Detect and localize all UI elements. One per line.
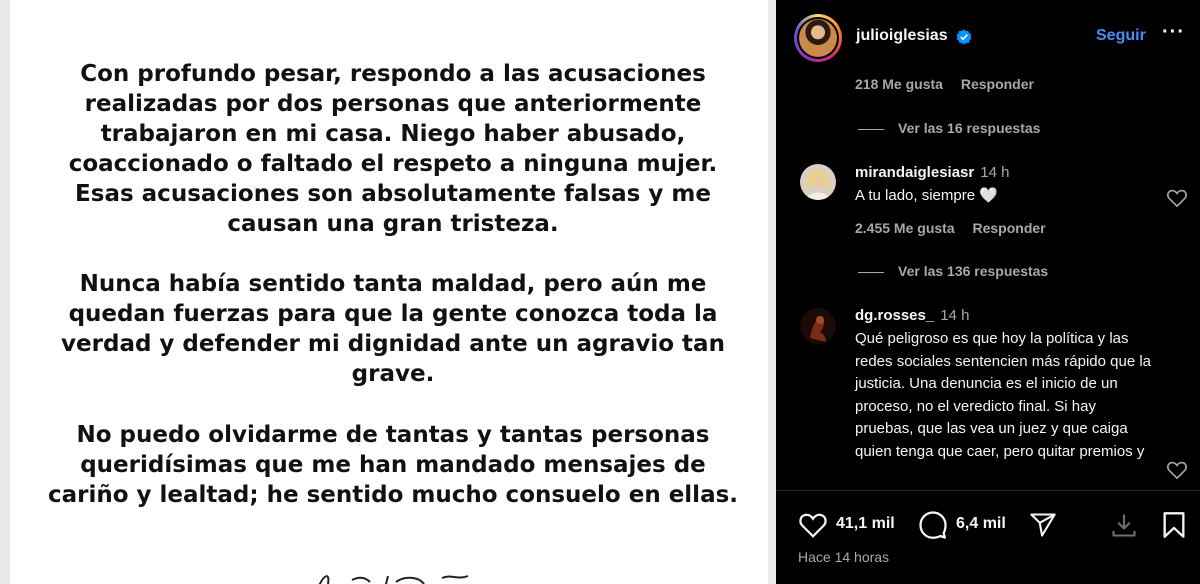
comment-username-text[interactable]: dg.rosses_: [855, 307, 934, 324]
comment-username-text[interactable]: mirandaiglesiasr: [855, 164, 974, 181]
author-avatar[interactable]: [794, 14, 842, 62]
comments-list[interactable]: 218 Me gusta Responder Ver las 16 respue…: [776, 74, 1200, 490]
replies-divider: [858, 128, 884, 130]
comment-text: Qué peligroso es que hoy la política y l…: [855, 330, 1152, 460]
like-count[interactable]: 218 Me gusta: [855, 76, 943, 92]
author-photo: [799, 19, 837, 57]
commenter-avatar[interactable]: [800, 164, 836, 200]
comment-count-total[interactable]: 6,4 mil: [956, 515, 1006, 533]
replies-divider: [858, 271, 884, 273]
comment-like-heart-icon[interactable]: [1166, 188, 1188, 208]
view-replies-link[interactable]: Ver las 136 respuestas: [858, 263, 1048, 279]
like-count-total[interactable]: 41,1 mil: [836, 515, 895, 533]
view-replies-label: Ver las 136 respuestas: [898, 263, 1049, 279]
commenter-photo: [800, 308, 836, 344]
comment-time: 14 h: [940, 307, 970, 324]
statement-paragraph-3: No puedo olvidarme de tantas y tantas pe…: [47, 422, 739, 508]
comment-meta: 218 Me gusta Responder: [855, 76, 1048, 92]
comment-icon[interactable]: [918, 510, 948, 540]
share-icon[interactable]: [1029, 511, 1057, 539]
image-border-left: [0, 0, 10, 584]
view-replies-link[interactable]: Ver las 16 respuestas: [858, 120, 1040, 136]
bookmark-icon[interactable]: [1161, 511, 1187, 539]
statement-paragraph-1: Con profundo pesar, respondo a las acusa…: [68, 61, 718, 237]
heart-icon[interactable]: [798, 511, 828, 539]
comment-username[interactable]: mirandaiglesiasr 14 h: [855, 164, 1009, 181]
save-icon[interactable]: [1110, 511, 1138, 539]
reply-link[interactable]: Responder: [961, 76, 1034, 92]
follow-button[interactable]: Seguir: [1096, 27, 1146, 45]
comment-like-heart-icon[interactable]: [1166, 460, 1188, 480]
comment-username[interactable]: dg.rosses_ 14 h: [855, 307, 969, 324]
view-replies-label: Ver las 16 respuestas: [898, 120, 1041, 136]
comment-meta: 2.455 Me gusta Responder: [855, 220, 1060, 236]
comments-panel: julioiglesias Seguir ··· 218 Me gusta Re…: [776, 0, 1200, 584]
post-header: julioiglesias Seguir ···: [776, 0, 1200, 74]
commenter-avatar[interactable]: [800, 308, 836, 344]
author-username[interactable]: julioiglesias: [856, 27, 948, 45]
post-timestamp: Hace 14 horas: [798, 549, 890, 565]
verified-badge-icon: [956, 29, 972, 45]
like-count[interactable]: 2.455 Me gusta: [855, 220, 955, 236]
signature-image: [318, 575, 469, 584]
comment-text: A tu lado, siempre 🤍: [855, 187, 998, 204]
comment-time: 14 h: [980, 164, 1010, 181]
more-options-button[interactable]: ···: [1162, 21, 1185, 44]
image-border-right: [768, 0, 776, 584]
commenter-photo: [800, 164, 836, 200]
post-actions: 41,1 mil 6,4 mil Hace 14 horas: [776, 490, 1200, 584]
post-image: Con profundo pesar, respondo a las acusa…: [0, 0, 776, 584]
statement-paragraph-2: Nunca había sentido tanta maldad, pero a…: [61, 271, 725, 387]
reply-link[interactable]: Responder: [973, 220, 1046, 236]
